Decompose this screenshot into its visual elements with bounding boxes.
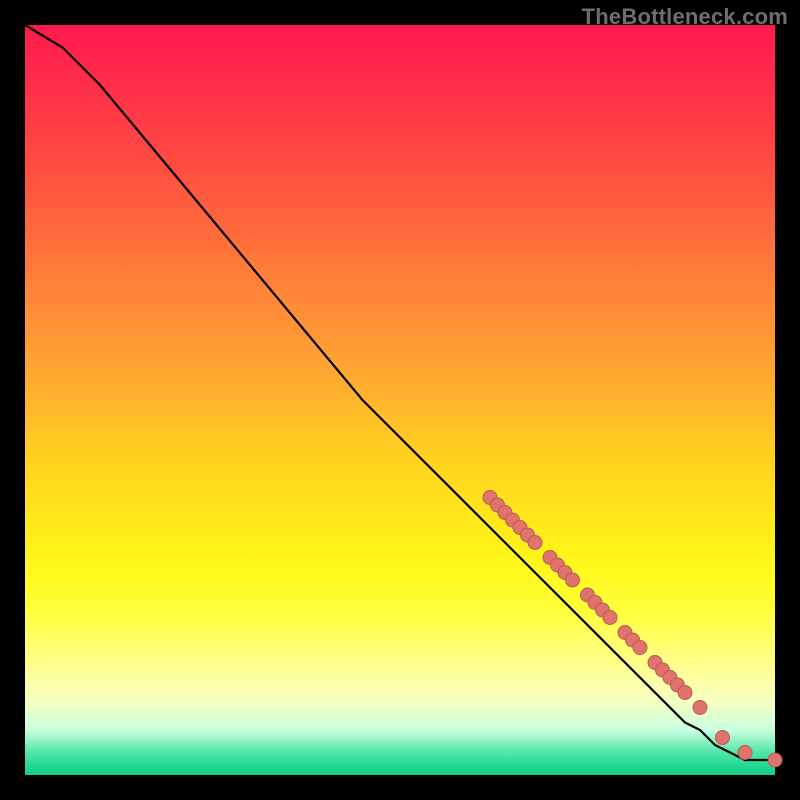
- marker-point: [768, 753, 782, 767]
- chart-frame: TheBottleneck.com: [0, 0, 800, 800]
- marker-point: [693, 701, 707, 715]
- scatter-markers: [483, 491, 782, 768]
- marker-point: [566, 573, 580, 587]
- marker-point: [633, 641, 647, 655]
- marker-point: [678, 686, 692, 700]
- marker-point: [738, 746, 752, 760]
- curve-line: [25, 25, 775, 760]
- chart-svg: [25, 25, 775, 775]
- watermark-text: TheBottleneck.com: [582, 4, 788, 30]
- plot-area: [25, 25, 775, 775]
- marker-point: [716, 731, 730, 745]
- marker-point: [528, 536, 542, 550]
- marker-point: [603, 611, 617, 625]
